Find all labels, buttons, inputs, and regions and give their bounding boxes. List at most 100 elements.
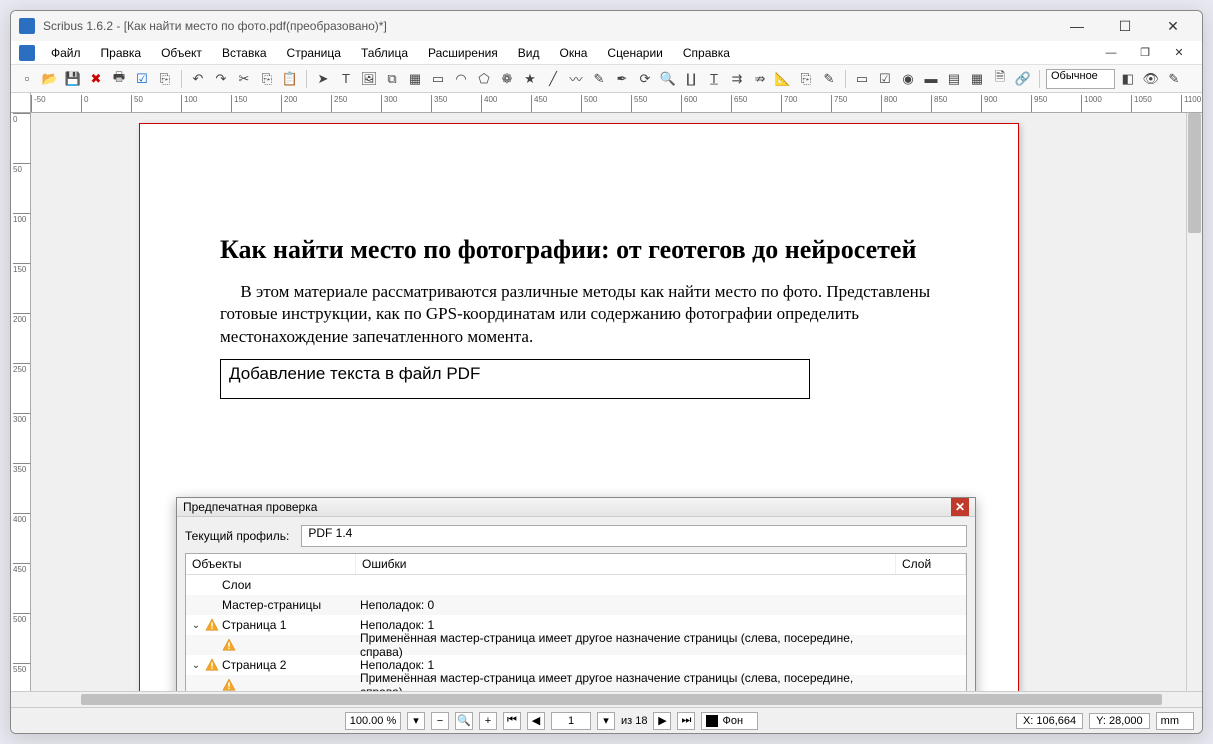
eyedropper-icon[interactable]: ✎: [819, 69, 839, 89]
spiral-icon[interactable]: ❁: [497, 69, 517, 89]
render-frame-icon[interactable]: ⧉: [382, 69, 402, 89]
maximize-button[interactable]: ☐: [1110, 16, 1140, 36]
menu-view[interactable]: Вид: [510, 44, 548, 62]
zoom-in-icon[interactable]: +: [479, 712, 497, 730]
menu-insert[interactable]: Вставка: [214, 44, 275, 62]
zoom-icon[interactable]: 🔍: [658, 69, 678, 89]
next-page-icon[interactable]: ▶: [653, 712, 671, 730]
paste-icon[interactable]: 📋: [280, 69, 300, 89]
text-frame-icon[interactable]: T: [336, 69, 356, 89]
pdf-combo-icon[interactable]: ▤: [944, 69, 964, 89]
mdi-minimize-button[interactable]: —: [1096, 43, 1126, 63]
chevron-down-icon[interactable]: ⌄: [190, 660, 202, 671]
warning-icon: [222, 678, 236, 691]
coord-y: Y: 28,000: [1089, 713, 1150, 729]
page-spinner[interactable]: ▾: [597, 712, 615, 730]
undo-icon[interactable]: ↶: [188, 69, 208, 89]
line-icon[interactable]: ╱: [543, 69, 563, 89]
minimize-button[interactable]: —: [1062, 16, 1092, 36]
preflight-dialog: Предпечатная проверка ✕ Текущий профиль:…: [176, 497, 976, 691]
arc-icon[interactable]: ◠: [451, 69, 471, 89]
zoom-out-icon[interactable]: −: [431, 712, 449, 730]
dialog-titlebar[interactable]: Предпечатная проверка ✕: [177, 498, 975, 517]
cms-icon[interactable]: ◧: [1118, 69, 1138, 89]
preflight-icon[interactable]: ☑: [132, 69, 152, 89]
open-icon[interactable]: 📂: [40, 69, 60, 89]
tree-row[interactable]: Применённая мастер-страница имеет другое…: [186, 675, 966, 691]
menu-table[interactable]: Таблица: [353, 44, 416, 62]
first-page-icon[interactable]: ⏮: [503, 712, 521, 730]
preview-icon[interactable]: 👁: [1141, 69, 1161, 89]
menu-scripts[interactable]: Сценарии: [599, 44, 670, 62]
image-frame-icon[interactable]: 🖼: [359, 69, 379, 89]
edit-mode-icon[interactable]: ✎: [1164, 69, 1184, 89]
pdf-annotation-icon[interactable]: 🗎: [990, 69, 1010, 89]
print-icon[interactable]: 🖶: [109, 69, 129, 89]
profile-select[interactable]: PDF 1.4: [301, 525, 967, 547]
edit-text-icon[interactable]: ∐: [681, 69, 701, 89]
pdf-checkbox-icon[interactable]: ☑: [875, 69, 895, 89]
close-button[interactable]: ✕: [1158, 16, 1188, 36]
zoom-spinner[interactable]: ▾: [407, 712, 425, 730]
mdi-close-button[interactable]: ✕: [1164, 43, 1194, 63]
page-input[interactable]: [551, 712, 591, 730]
star-icon[interactable]: ★: [520, 69, 540, 89]
vertical-scrollbar[interactable]: [1186, 113, 1202, 691]
main-toolbar: ▫ 📂 💾 ✖ 🖶 ☑ ⎘ ↶ ↷ ✂ ⎘ 📋 ➤ T 🖼 ⧉ ▦ ▭ ◠ ⬠ …: [11, 65, 1202, 93]
export-pdf-icon[interactable]: ⎘: [155, 69, 175, 89]
mdi-restore-button[interactable]: ❐: [1130, 43, 1160, 63]
chevron-down-icon[interactable]: ⌄: [190, 620, 202, 631]
table-icon[interactable]: ▦: [405, 69, 425, 89]
link-frames-icon[interactable]: ⇉: [727, 69, 747, 89]
cut-icon[interactable]: ✂: [234, 69, 254, 89]
copy-props-icon[interactable]: ⎘: [796, 69, 816, 89]
select-tool-icon[interactable]: ➤: [313, 69, 333, 89]
text-frame[interactable]: Добавление текста в файл PDF: [220, 359, 810, 399]
layer-combo[interactable]: Фон: [701, 712, 758, 730]
pdf-textfield-icon[interactable]: ▬: [921, 69, 941, 89]
menu-page[interactable]: Страница: [279, 44, 349, 62]
prev-page-icon[interactable]: ◀: [527, 712, 545, 730]
unlink-frames-icon[interactable]: ⇏: [750, 69, 770, 89]
menu-windows[interactable]: Окна: [552, 44, 596, 62]
zoom-reset-icon[interactable]: 🔍: [455, 712, 473, 730]
measure-icon[interactable]: 📐: [773, 69, 793, 89]
copy-icon[interactable]: ⎘: [257, 69, 277, 89]
display-mode-combo[interactable]: Обычное: [1046, 69, 1115, 89]
last-page-icon[interactable]: ⏭: [677, 712, 695, 730]
layer-swatch-icon: [706, 715, 718, 727]
pdf-link-icon[interactable]: 🔗: [1013, 69, 1033, 89]
menu-file[interactable]: Файл: [43, 44, 89, 62]
dialog-close-button[interactable]: ✕: [951, 498, 969, 516]
save-icon[interactable]: 💾: [63, 69, 83, 89]
rotate-icon[interactable]: ⟳: [635, 69, 655, 89]
tree-row[interactable]: Мастер-страницыНеполадок: 0: [186, 595, 966, 615]
menu-object[interactable]: Объект: [153, 44, 210, 62]
errors-tree[interactable]: Объекты Ошибки Слой СлоиМастер-страницыН…: [185, 553, 967, 691]
shape-icon[interactable]: ▭: [428, 69, 448, 89]
new-icon[interactable]: ▫: [17, 69, 37, 89]
menu-help[interactable]: Справка: [675, 44, 738, 62]
pdf-pushbutton-icon[interactable]: ▭: [852, 69, 872, 89]
horizontal-scrollbar[interactable]: [11, 691, 1202, 707]
tree-row[interactable]: Применённая мастер-страница имеет другое…: [186, 635, 966, 655]
polygon-icon[interactable]: ⬠: [474, 69, 494, 89]
horizontal-ruler[interactable]: -500501001502002503003504004505005506006…: [31, 93, 1202, 113]
story-editor-icon[interactable]: T̲: [704, 69, 724, 89]
warning-icon: [205, 658, 219, 672]
row-name: Страница 1: [222, 618, 286, 632]
dialog-title: Предпечатная проверка: [183, 500, 951, 514]
zoom-input[interactable]: [345, 712, 401, 730]
tree-row[interactable]: Слои: [186, 575, 966, 595]
pdf-listbox-icon[interactable]: ▦: [967, 69, 987, 89]
freehand-icon[interactable]: ✎: [589, 69, 609, 89]
menu-extras[interactable]: Расширения: [420, 44, 506, 62]
unit-combo[interactable]: mm: [1156, 712, 1194, 730]
close-doc-icon[interactable]: ✖: [86, 69, 106, 89]
vertical-ruler[interactable]: 050100150200250300350400450500550: [11, 113, 31, 691]
pdf-radio-icon[interactable]: ◉: [898, 69, 918, 89]
bezier-icon[interactable]: 〰: [566, 69, 586, 89]
menu-edit[interactable]: Правка: [93, 44, 150, 62]
redo-icon[interactable]: ↷: [211, 69, 231, 89]
calligraphic-icon[interactable]: ✒: [612, 69, 632, 89]
